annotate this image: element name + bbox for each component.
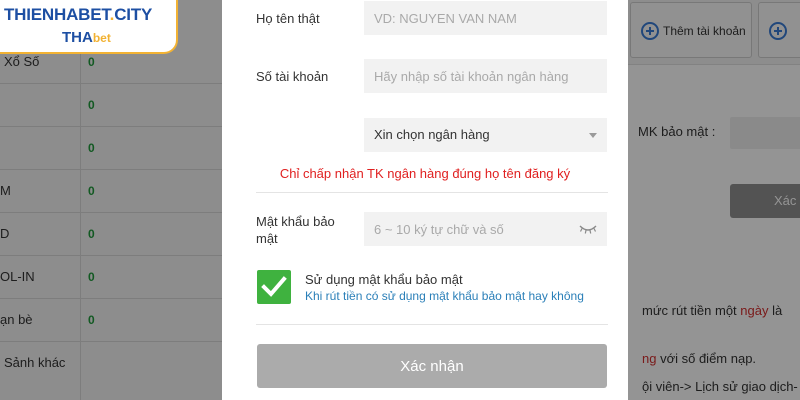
bank-name-warning: Chỉ chấp nhận TK ngân hàng đúng họ tên đ… xyxy=(279,166,571,181)
logo-subtext: THAbet xyxy=(62,29,111,46)
submit-button[interactable]: Xác nhận xyxy=(257,344,607,388)
bank-account-modal: Họ tên thật Số tài khoản Xin chọn ngân h… xyxy=(222,0,628,400)
security-password-input[interactable] xyxy=(364,212,607,246)
logo-text: THIENHABET xyxy=(4,5,110,24)
bank-select[interactable]: Xin chọn ngân hàng xyxy=(364,118,607,152)
real-name-label: Họ tên thật xyxy=(256,11,320,26)
security-password-label: Mật khẩu bảo mật xyxy=(256,214,335,246)
divider xyxy=(256,192,608,193)
account-number-label: Số tài khoản xyxy=(256,69,329,84)
site-logo[interactable]: THIENHABET.CITY THAbet xyxy=(0,0,178,54)
bank-select-value: Xin chọn ngân hàng xyxy=(374,127,490,142)
logo-sub-prefix: THA xyxy=(62,29,93,46)
use-security-checkbox[interactable] xyxy=(257,270,291,304)
logo-sub-suffix: bet xyxy=(92,31,111,45)
divider xyxy=(256,324,608,325)
logo-wordmark: THIENHABET.CITY xyxy=(4,5,152,25)
logo-text: CITY xyxy=(114,5,153,24)
use-security-subtitle: Khi rút tiền có sử dụng mật khẩu bảo mật… xyxy=(305,289,584,303)
security-password-field xyxy=(364,212,607,246)
account-number-input[interactable] xyxy=(364,59,607,93)
use-security-title: Sử dụng mật khẩu bảo mật xyxy=(305,272,463,287)
real-name-input[interactable] xyxy=(364,1,607,35)
checkmark-icon xyxy=(261,276,287,297)
eye-closed-icon[interactable] xyxy=(579,223,597,235)
caret-down-icon xyxy=(589,133,597,138)
